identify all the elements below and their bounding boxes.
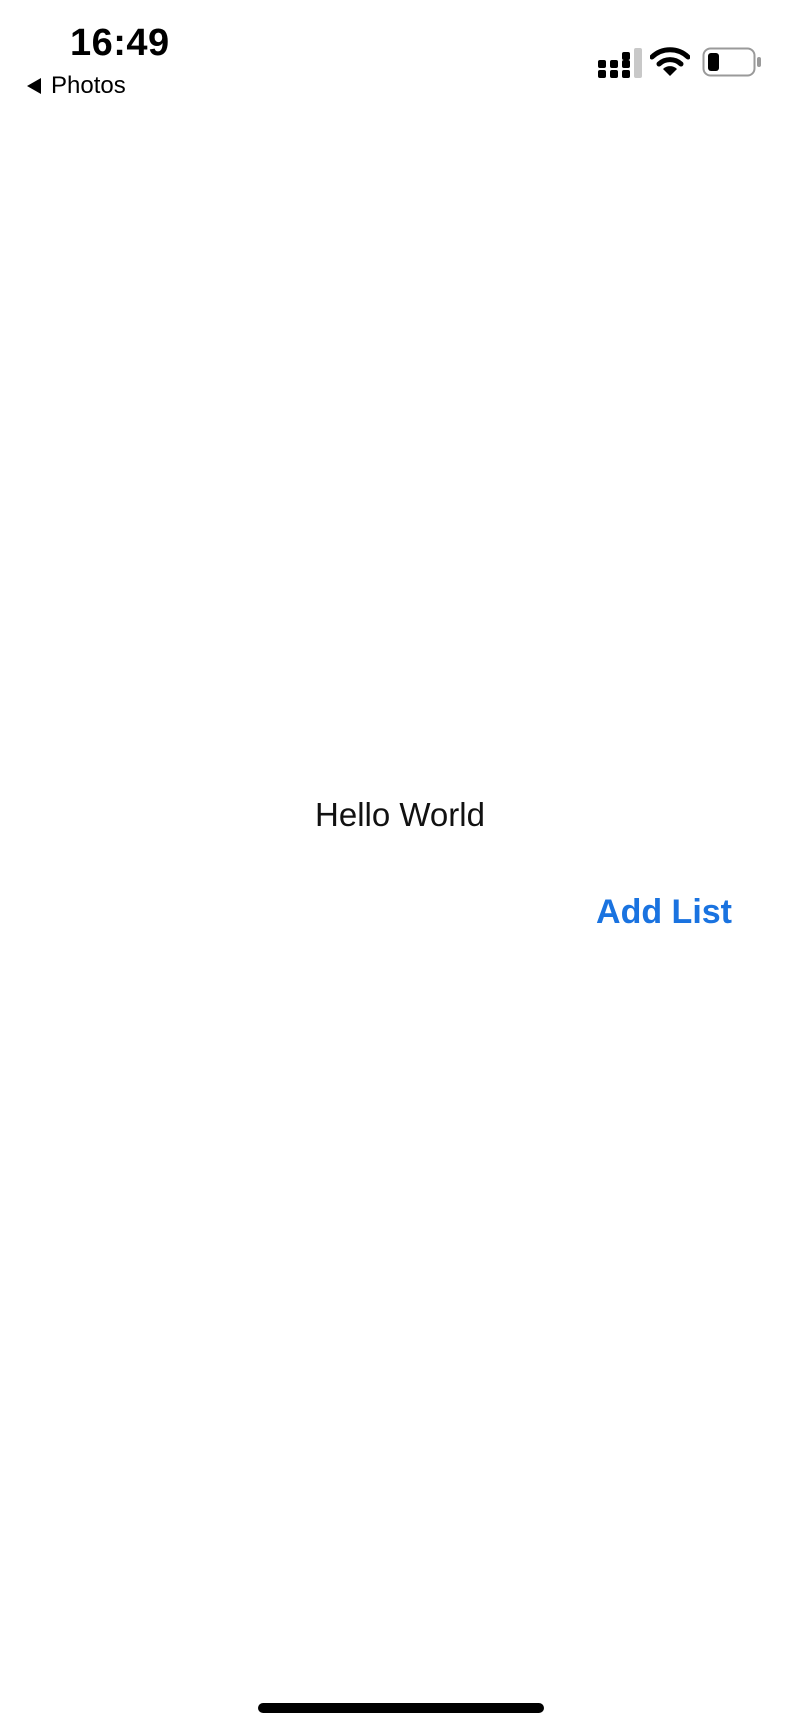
- cellular-signal-icon: [598, 48, 642, 78]
- hello-world-label: Hello World: [315, 796, 485, 833]
- status-time: 16:49: [70, 22, 170, 64]
- battery-icon: [702, 47, 761, 77]
- status-bar: 16:49 Photos: [0, 0, 800, 110]
- back-to-photos-link[interactable]: Photos: [27, 72, 126, 100]
- back-triangle-icon: [27, 78, 41, 94]
- home-indicator[interactable]: [258, 1703, 544, 1713]
- back-link-label: Photos: [51, 72, 126, 99]
- add-list-button[interactable]: Add List: [596, 893, 732, 932]
- wifi-icon: [650, 47, 690, 76]
